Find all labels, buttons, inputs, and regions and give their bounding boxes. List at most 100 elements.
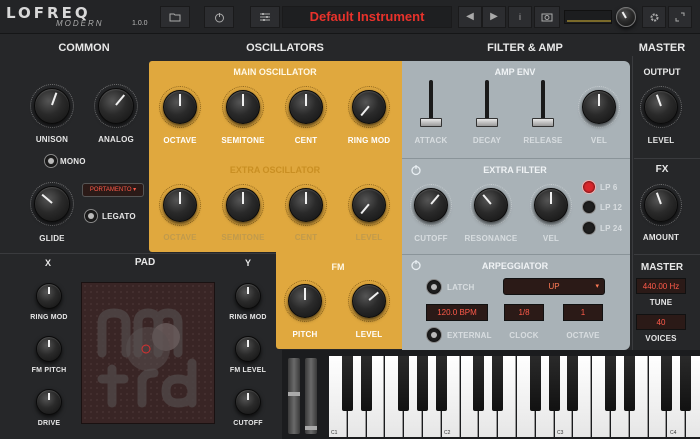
main-oscillator-title: MAIN OSCILLATOR: [233, 67, 317, 77]
ring-mod-knob[interactable]: [352, 90, 386, 124]
fm-level-knob[interactable]: [352, 284, 386, 318]
release-fader[interactable]: [532, 118, 554, 127]
pad-x-title: X: [44, 258, 51, 268]
pad-cutoff-knob[interactable]: [235, 389, 261, 415]
pad-ring-mod-knob[interactable]: [36, 283, 62, 309]
lp6-label: LP 6: [600, 183, 618, 192]
latch-toggle[interactable]: [426, 279, 442, 295]
bpm-display[interactable]: 120.0 BPM: [426, 304, 488, 321]
preset-settings-button[interactable]: [250, 6, 280, 28]
settings-button[interactable]: [642, 6, 666, 28]
legato-label: LEGATO: [102, 212, 136, 221]
folder-icon: [169, 13, 181, 22]
mod-wheel[interactable]: [305, 358, 317, 434]
black-key[interactable]: [398, 356, 410, 411]
decay-fader[interactable]: [476, 118, 498, 127]
legato-toggle[interactable]: [84, 209, 98, 223]
octave-value[interactable]: 1: [563, 304, 603, 321]
fm-pitch-knob[interactable]: [288, 284, 322, 318]
attack-label: ATTACK: [414, 136, 448, 145]
output-level-knob[interactable]: [644, 90, 678, 124]
attack-fader[interactable]: [420, 118, 442, 127]
lp6-radio[interactable]: [582, 180, 596, 194]
c4-label: C4: [670, 430, 677, 436]
tune-display[interactable]: 440.00 Hz: [636, 278, 686, 294]
extra-octave-knob[interactable]: [163, 188, 197, 222]
pad-fm-pitch-knob[interactable]: [36, 336, 62, 362]
top-toolbar: LOFREQ MODERN 1.0.0 Default Instrument ◀…: [0, 0, 700, 34]
extra-filter-title: EXTRA FILTER: [483, 165, 547, 175]
arpeggiator-power-icon[interactable]: [410, 259, 422, 271]
ring-mod-label: RING MOD: [347, 136, 391, 145]
extra-level-knob[interactable]: [352, 188, 386, 222]
external-toggle[interactable]: [426, 327, 442, 343]
extra-semitone-knob[interactable]: [226, 188, 260, 222]
snapshot-button[interactable]: [534, 6, 560, 28]
black-key[interactable]: [492, 356, 504, 411]
unison-knob[interactable]: [34, 88, 70, 124]
black-key[interactable]: [473, 356, 485, 411]
main-semitone-knob[interactable]: [226, 90, 260, 124]
black-key[interactable]: [680, 356, 692, 411]
info-button[interactable]: i: [508, 6, 532, 28]
lp24-radio[interactable]: [582, 221, 596, 235]
black-key[interactable]: [548, 356, 560, 411]
fm-level-label: LEVEL: [355, 330, 383, 339]
lp12-radio[interactable]: [582, 200, 596, 214]
analog-knob[interactable]: [98, 88, 134, 124]
resonance-knob[interactable]: [474, 188, 508, 222]
pad-ring-mod-y-knob[interactable]: [235, 283, 261, 309]
extra-level-label: LEVEL: [355, 233, 383, 242]
master-volume-knob[interactable]: [616, 7, 636, 27]
black-key[interactable]: [567, 356, 579, 411]
xy-pad[interactable]: [81, 282, 215, 424]
extra-oscillator-title: EXTRA OSCILLATOR: [229, 165, 321, 175]
black-key[interactable]: [529, 356, 541, 411]
black-key[interactable]: [605, 356, 616, 411]
portamento-dropdown[interactable]: PORTAMENTO ▾: [82, 183, 144, 197]
black-key[interactable]: [435, 356, 447, 411]
main-cent-knob[interactable]: [289, 90, 323, 124]
external-label: EXTERNAL: [447, 331, 492, 340]
black-key[interactable]: [360, 356, 372, 411]
c1-label: C1: [331, 430, 338, 436]
gear-icon: [650, 13, 658, 22]
c2-label: C2: [444, 430, 451, 436]
mono-toggle[interactable]: [44, 154, 58, 168]
preset-name-display[interactable]: Default Instrument: [282, 6, 452, 28]
black-key[interactable]: [341, 356, 353, 411]
fx-amount-knob[interactable]: [644, 188, 678, 222]
xy-pad-logo-graphic: [82, 283, 214, 423]
c3-label: C3: [557, 430, 564, 436]
next-preset-button[interactable]: ▶: [482, 6, 506, 28]
arp-mode-dropdown[interactable]: UP ▾: [503, 278, 605, 295]
open-folder-button[interactable]: [160, 6, 190, 28]
expand-button[interactable]: [668, 6, 692, 28]
black-key[interactable]: [417, 356, 428, 411]
extra-filter-power-icon[interactable]: [410, 164, 422, 176]
black-key[interactable]: [623, 356, 635, 411]
voices-display[interactable]: 40: [636, 314, 686, 330]
amp-vel-knob[interactable]: [582, 90, 616, 124]
amp-vel-label: VEL: [590, 136, 608, 145]
filter-vel-knob[interactable]: [534, 188, 568, 222]
master-section-title: MASTER: [638, 42, 686, 54]
output-title: OUTPUT: [643, 67, 681, 77]
pad-drive-knob[interactable]: [36, 389, 62, 415]
cutoff-knob[interactable]: [414, 188, 448, 222]
main-semitone-label: SEMITONE: [221, 136, 265, 145]
logo-sub-text: MODERN: [56, 19, 104, 28]
extra-semitone-label: SEMITONE: [221, 233, 265, 242]
pad-fm-level-label: FM LEVEL: [229, 367, 267, 374]
power-button[interactable]: [204, 6, 234, 28]
pitch-wheel[interactable]: [288, 358, 300, 434]
level-meter: [564, 10, 612, 24]
previous-preset-button[interactable]: ◀: [458, 6, 482, 28]
glide-knob[interactable]: [34, 186, 70, 222]
clock-value[interactable]: 1/8: [504, 304, 544, 321]
pad-fm-level-knob[interactable]: [235, 336, 261, 362]
main-octave-knob[interactable]: [163, 90, 197, 124]
extra-cent-knob[interactable]: [289, 188, 323, 222]
black-key[interactable]: [661, 356, 673, 411]
chevron-down-icon: ▾: [595, 283, 599, 290]
